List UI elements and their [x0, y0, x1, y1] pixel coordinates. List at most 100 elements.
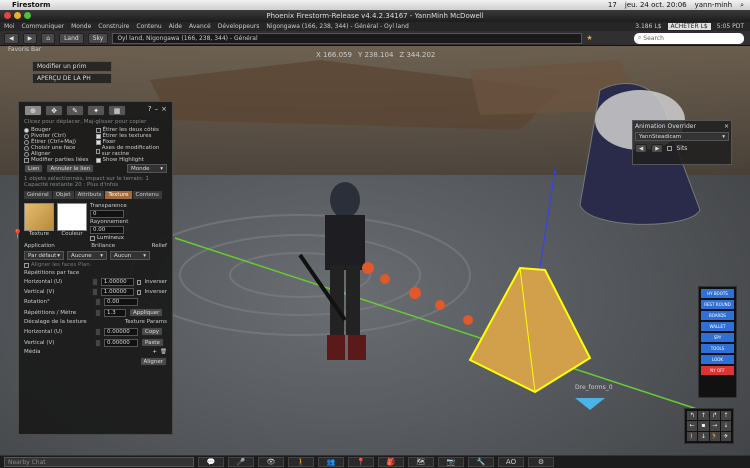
tab-content[interactable]: Contenu: [132, 191, 162, 199]
menu-help[interactable]: Aide: [169, 23, 182, 30]
land-button[interactable]: Land: [59, 32, 84, 44]
search-icon[interactable]: ⌕: [740, 1, 744, 10]
forward-button[interactable]: ▶: [22, 32, 38, 44]
hud-button-boots[interactable]: HY BOOTS: [701, 289, 734, 298]
menu-me[interactable]: Moi: [4, 23, 15, 30]
move-tool-icon[interactable]: ✥: [45, 105, 63, 116]
copy-button[interactable]: Copy: [141, 327, 163, 336]
bumpiness-dropdown[interactable]: Aucun ▾: [110, 251, 150, 260]
menu-content[interactable]: Contenu: [136, 23, 161, 30]
hud-button-boards[interactable]: BOARDS: [701, 311, 734, 320]
balance[interactable]: 3.186 L$: [635, 23, 661, 30]
delete-media-icon[interactable]: 🗑: [160, 349, 167, 355]
right-icon[interactable]: →: [709, 421, 720, 431]
speak-icon[interactable]: 🎤: [228, 457, 254, 467]
apply-button[interactable]: Appliquer: [129, 308, 164, 317]
search-input[interactable]: ⌕ Search: [634, 32, 744, 44]
left-icon[interactable]: ←: [687, 421, 698, 431]
pin-icon[interactable]: 📍: [12, 230, 23, 240]
star-icon[interactable]: ★: [586, 34, 592, 42]
ao-prev-button[interactable]: ◀: [635, 144, 648, 153]
chat-input[interactable]: Nearby Chat: [4, 457, 194, 467]
snapshot-icon[interactable]: 📷: [438, 457, 464, 467]
buy-currency-button[interactable]: ACHETER L$: [667, 23, 711, 30]
notification-edit-prim[interactable]: Modifier un prim: [32, 61, 112, 72]
align-planar-checkbox[interactable]: Aligner les faces Plan.: [21, 261, 170, 269]
create-tool-icon[interactable]: ✦: [87, 105, 105, 116]
zoom-window-button[interactable]: [24, 12, 31, 19]
tab-texture[interactable]: Texture: [105, 191, 132, 199]
ao-set-dropdown[interactable]: YannSteadicam ▾: [635, 132, 729, 141]
spinner-icon[interactable]: [92, 278, 98, 286]
help-icon[interactable]: ?: [148, 105, 152, 116]
offset-u-field[interactable]: 0.00000: [104, 327, 138, 336]
flip-v-checkbox[interactable]: [136, 289, 142, 295]
add-media-icon[interactable]: +: [152, 349, 157, 355]
forward-icon[interactable]: ↑: [698, 411, 709, 421]
paste-button[interactable]: Paste: [141, 338, 164, 347]
favorites-bar[interactable]: Favoris Bar: [8, 46, 41, 53]
walk-icon[interactable]: 🚶: [687, 431, 698, 441]
hud-button-off[interactable]: NY OFF: [701, 366, 734, 375]
spinner-icon[interactable]: [92, 288, 98, 296]
home-icon[interactable]: ⌂: [41, 32, 56, 44]
horizontal-u-field[interactable]: 1.00000: [100, 278, 134, 286]
ruler-dropdown[interactable]: Monde ▾: [127, 164, 167, 173]
shininess-dropdown[interactable]: Aucune ▾: [67, 251, 107, 260]
tab-object[interactable]: Objet: [52, 191, 74, 199]
camera-icon[interactable]: 👁: [258, 457, 284, 467]
flip-u-checkbox[interactable]: [136, 279, 142, 285]
focus-tool-icon[interactable]: ⊕: [24, 105, 42, 116]
places-icon[interactable]: 📍: [348, 457, 374, 467]
color-swatch[interactable]: [57, 203, 87, 231]
minimize-icon[interactable]: –: [155, 105, 159, 116]
texture-swatch[interactable]: [24, 203, 54, 231]
close-window-button[interactable]: [4, 12, 11, 19]
user-name[interactable]: yann-minh: [695, 1, 732, 10]
hud-button-spy[interactable]: SPY: [701, 333, 734, 342]
menu-build[interactable]: Construire: [98, 23, 129, 30]
minimize-window-button[interactable]: [14, 12, 21, 19]
turn-right-icon[interactable]: ↱: [709, 411, 720, 421]
align-button[interactable]: Aligner: [139, 357, 167, 366]
glow-field[interactable]: 0.00: [90, 226, 124, 234]
turn-left-icon[interactable]: ↰: [687, 411, 698, 421]
land-tool-icon[interactable]: ▦: [108, 105, 126, 116]
back-button[interactable]: ◀: [4, 32, 19, 44]
spinner-icon[interactable]: [95, 338, 101, 347]
option-edit-linked[interactable]: Modifier parties liées: [24, 157, 96, 163]
menu-world[interactable]: Monde: [71, 23, 91, 30]
close-icon[interactable]: ×: [161, 105, 167, 116]
chat-icon[interactable]: 💬: [198, 457, 224, 467]
people-icon[interactable]: 👥: [318, 457, 344, 467]
run-icon[interactable]: 🏃: [709, 431, 720, 441]
build-icon[interactable]: 🔧: [468, 457, 494, 467]
hud-button-wallet[interactable]: WALLET: [701, 322, 734, 331]
offset-v-field[interactable]: 0.00000: [104, 338, 138, 347]
tab-general[interactable]: Général: [24, 191, 52, 199]
spinner-icon[interactable]: [95, 308, 101, 317]
luminous-checkbox[interactable]: Lumineux: [90, 235, 128, 241]
fly-down-icon[interactable]: ⇣: [720, 421, 731, 431]
repeats-per-meter-field[interactable]: 1.3: [104, 308, 126, 317]
rotation-field[interactable]: 0.00: [104, 298, 138, 306]
notification-preview[interactable]: APERÇU DE LA PH: [32, 73, 112, 84]
fly-icon[interactable]: ✈: [720, 431, 731, 441]
menu-advanced[interactable]: Avancé: [189, 23, 211, 30]
stop-icon[interactable]: ▪: [698, 421, 709, 431]
edit-tool-icon[interactable]: ✎: [66, 105, 84, 116]
settings-icon[interactable]: ⚙: [528, 457, 554, 467]
vertical-v-field[interactable]: 1.00000: [100, 288, 134, 296]
battery-indicator[interactable]: 17: [608, 1, 617, 10]
ao-next-button[interactable]: ▶: [651, 144, 664, 153]
option-show-highlight[interactable]: Show Highlight: [95, 157, 168, 163]
menu-developer[interactable]: Développeurs: [218, 23, 260, 30]
hud-button-tools[interactable]: TOOLS: [701, 344, 734, 353]
tab-features[interactable]: Attributs: [74, 191, 105, 199]
app-name[interactable]: Firestorm: [12, 1, 50, 9]
spinner-icon[interactable]: [95, 327, 101, 336]
hud-button-look[interactable]: LOOK: [701, 355, 734, 364]
application-dropdown[interactable]: Par défaut ▾: [24, 251, 64, 260]
clock[interactable]: jeu. 24 oct. 20:06: [625, 1, 687, 10]
ao-button[interactable]: AO: [498, 457, 524, 467]
